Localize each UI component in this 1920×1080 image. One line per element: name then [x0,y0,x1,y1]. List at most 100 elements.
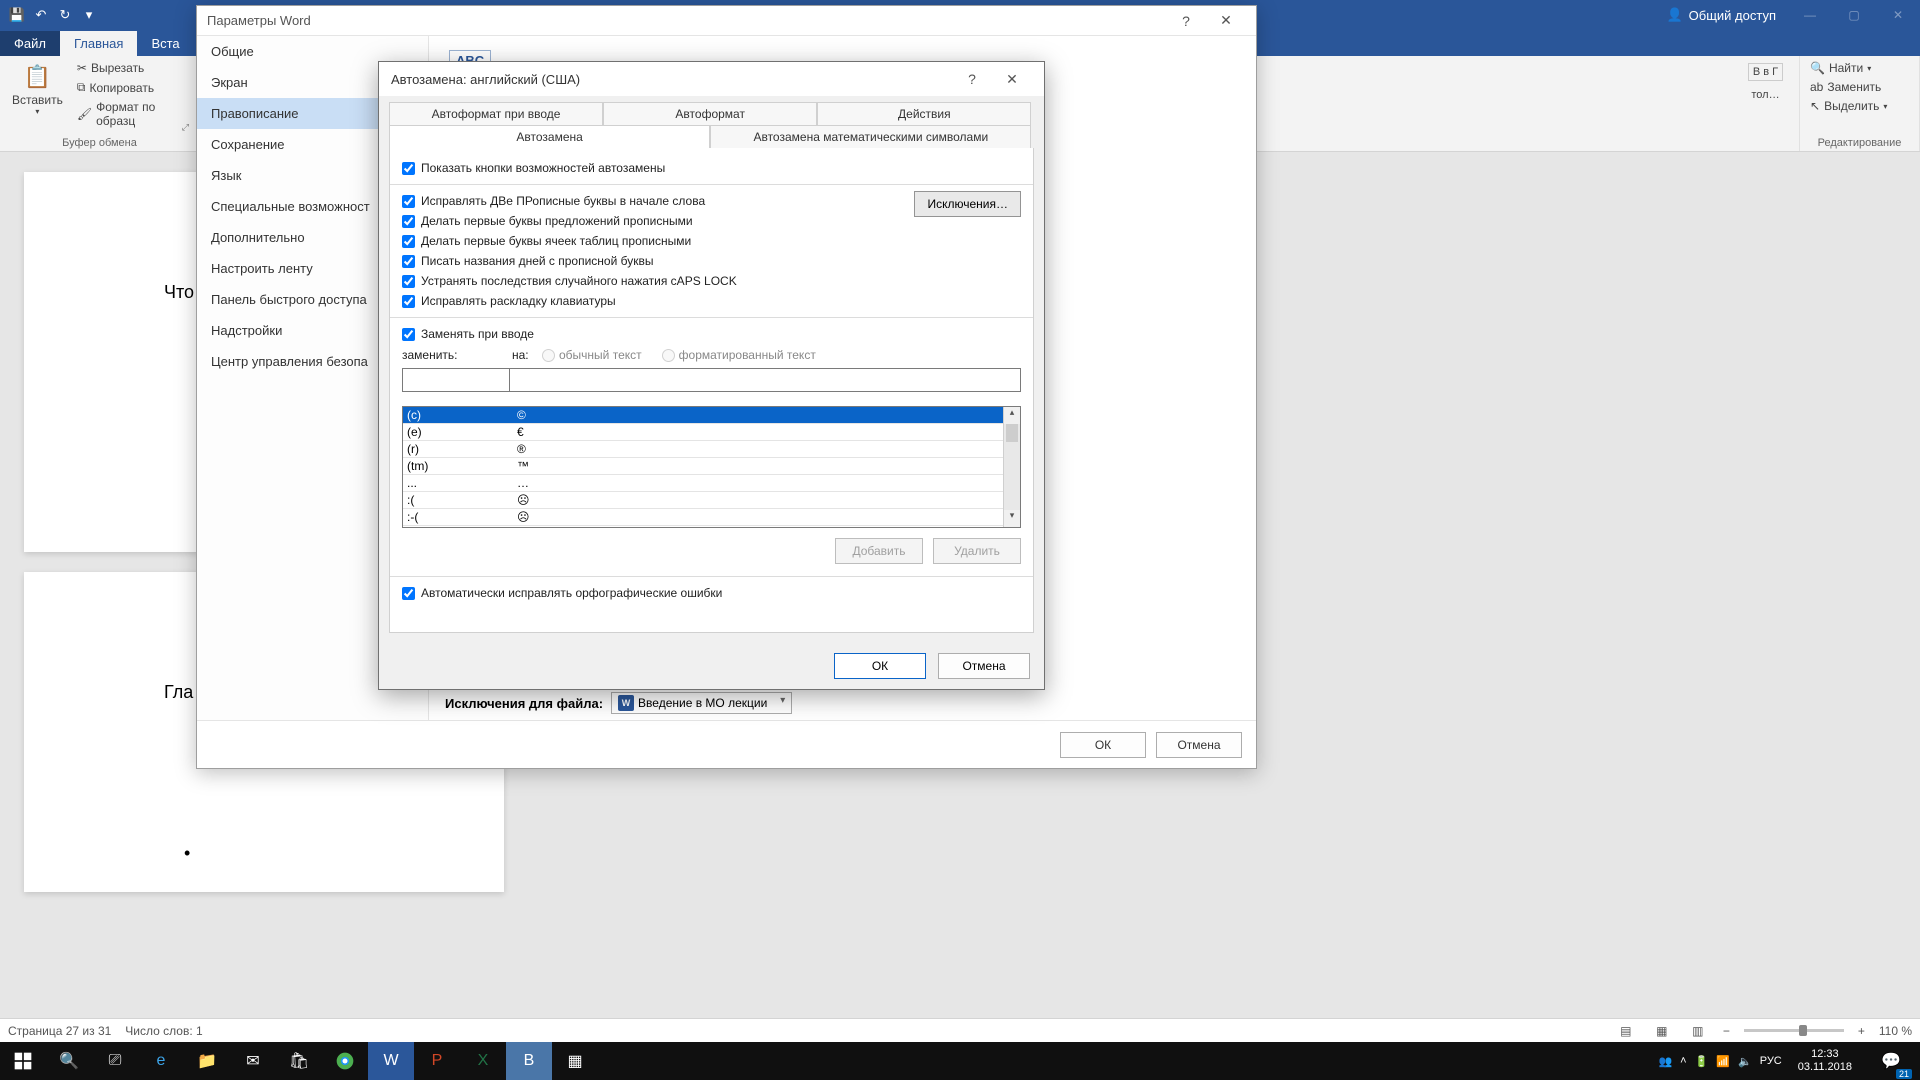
task-view-button[interactable]: ⎚ [92,1042,138,1080]
ac-help-icon[interactable]: ? [952,71,992,87]
ac-close-icon[interactable]: ✕ [992,71,1032,88]
ac-tab[interactable]: Автозамена [389,125,710,148]
option-checkbox[interactable] [402,215,415,228]
ac-checks-column: Исправлять ДВе ПРописные буквы в начале … [402,191,914,311]
minimize-icon[interactable]: — [1788,0,1832,30]
find-button[interactable]: 🔍Найти▾ [1806,59,1891,77]
chrome-icon[interactable] [322,1042,368,1080]
option-label: Писать названия дней с прописной буквы [421,254,653,268]
tab-home[interactable]: Главная [60,31,137,56]
print-layout-icon[interactable]: ▦ [1651,1022,1673,1040]
zoom-in-button[interactable]: + [1858,1024,1865,1038]
exceptions-button[interactable]: Исключения… [914,191,1021,217]
tab-insert[interactable]: Вста [137,31,193,56]
close-icon[interactable]: ✕ [1876,0,1920,30]
paste-button[interactable]: 📋 Вставить ▾ [6,59,69,118]
option-checkbox[interactable] [402,295,415,308]
wifi-icon[interactable]: 📶 [1716,1055,1730,1068]
zoom-level[interactable]: 110 % [1879,1024,1912,1038]
list-row[interactable]: (r)® [403,441,1003,458]
people-icon[interactable]: 👥 [1658,1055,1672,1068]
file-exceptions-dropdown[interactable]: W Введение в МО лекции [611,692,792,714]
excel-app-icon[interactable]: X [460,1042,506,1080]
quick-access-toolbar: 💾 ↶ ↻ ▾ [0,4,100,26]
mail-icon[interactable]: ✉ [230,1042,276,1080]
language-indicator[interactable]: РУС [1760,1055,1782,1067]
list-row[interactable]: (e)€ [403,424,1003,441]
list-row[interactable]: (tm)™ [403,458,1003,475]
ac-tabs-row1: Автоформат при вводеАвтоформатДействия [379,96,1044,125]
vk-app-icon[interactable]: В [506,1042,552,1080]
calendar-icon[interactable]: ▦ [552,1042,598,1080]
clipboard-group-label: Буфер обмена [6,135,193,151]
select-button[interactable]: ↖Выделить▾ [1806,97,1891,115]
word-file-icon: W [618,695,634,711]
copy-button[interactable]: ⧉Копировать [73,78,193,97]
group-expand-icon[interactable]: ⤢ [182,122,189,133]
option-checkbox[interactable] [402,275,415,288]
redo-icon[interactable]: ↻ [54,4,76,26]
web-layout-icon[interactable]: ▥ [1687,1022,1709,1040]
scroll-thumb[interactable] [1006,424,1018,442]
ac-tab[interactable]: Автозамена математическими символами [710,125,1031,148]
scroll-down-icon[interactable]: ▾ [1004,510,1020,527]
zoom-out-button[interactable]: − [1723,1024,1730,1038]
list-row[interactable]: (c)© [403,407,1003,424]
option-label: Делать первые буквы ячеек таблиц прописн… [421,234,691,248]
options-cancel-button[interactable]: Отмена [1156,732,1242,758]
replace-button[interactable]: abЗаменить [1806,78,1891,96]
list-row[interactable]: ...… [403,475,1003,492]
options-ok-button[interactable]: ОК [1060,732,1146,758]
list-row[interactable]: :(☹ [403,492,1003,509]
scroll-up-icon[interactable]: ▴ [1004,407,1020,424]
option-checkbox[interactable] [402,195,415,208]
battery-icon[interactable]: 🔋 [1695,1055,1709,1068]
list-scrollbar[interactable]: ▴ ▾ [1003,407,1020,527]
show-options-checkbox[interactable] [402,162,415,175]
replace-input[interactable] [402,368,510,392]
maximize-icon[interactable]: ▢ [1832,0,1876,30]
cut-button[interactable]: ✂Вырезать [73,59,193,77]
option-checkbox[interactable] [402,235,415,248]
clock[interactable]: 12:33 03.11.2018 [1790,1048,1860,1074]
ac-tab[interactable]: Автоформат при вводе [389,102,603,125]
replace-on-type-checkbox[interactable] [402,328,415,341]
ac-ok-button[interactable]: ОК [834,653,926,679]
auto-spell-checkbox[interactable] [402,587,415,600]
save-icon[interactable]: 💾 [6,4,28,26]
search-button[interactable]: 🔍 [46,1042,92,1080]
ac-tab[interactable]: Действия [817,102,1031,125]
taskbar: 🔍 ⎚ e 📁 ✉ 🛍 W P X В ▦ 👥 ˄ 🔋 📶 🔈 РУС 12:3… [0,1042,1920,1080]
start-button[interactable] [0,1042,46,1080]
list-row[interactable]: :-(☹ [403,509,1003,526]
doc-text-1: Что [164,282,194,302]
undo-icon[interactable]: ↶ [30,4,52,26]
share-button[interactable]: 👤 Общий доступ [1654,0,1788,30]
ac-tab[interactable]: Автоформат [603,102,817,125]
option-label: Исправлять ДВе ПРописные буквы в начале … [421,194,705,208]
zoom-slider[interactable] [1744,1029,1844,1032]
qat-dropdown-icon[interactable]: ▾ [78,4,100,26]
options-close-icon[interactable]: ✕ [1206,12,1246,29]
file-explorer-icon[interactable]: 📁 [184,1042,230,1080]
add-button: Добавить [835,538,923,564]
powerpoint-app-icon[interactable]: P [414,1042,460,1080]
volume-icon[interactable]: 🔈 [1738,1055,1752,1068]
with-label: на: [512,348,536,362]
options-help-icon[interactable]: ? [1166,13,1206,29]
tab-file[interactable]: Файл [0,31,60,56]
with-input[interactable] [510,368,1021,392]
store-icon[interactable]: 🛍 [276,1042,322,1080]
notifications-icon[interactable]: 💬 [1868,1042,1914,1080]
word-count[interactable]: Число слов: 1 [125,1024,202,1038]
tray-expand-icon[interactable]: ˄ [1680,1055,1686,1067]
option-checkbox[interactable] [402,255,415,268]
read-mode-icon[interactable]: ▤ [1615,1022,1637,1040]
format-painter-button[interactable]: 🖌Формат по образц [73,98,193,130]
word-app-icon[interactable]: W [368,1042,414,1080]
copy-icon: ⧉ [77,80,86,95]
page-indicator[interactable]: Страница 27 из 31 [8,1024,111,1038]
ac-cancel-button[interactable]: Отмена [938,653,1030,679]
font-sample-2: тол… [1751,89,1779,101]
edge-icon[interactable]: e [138,1042,184,1080]
